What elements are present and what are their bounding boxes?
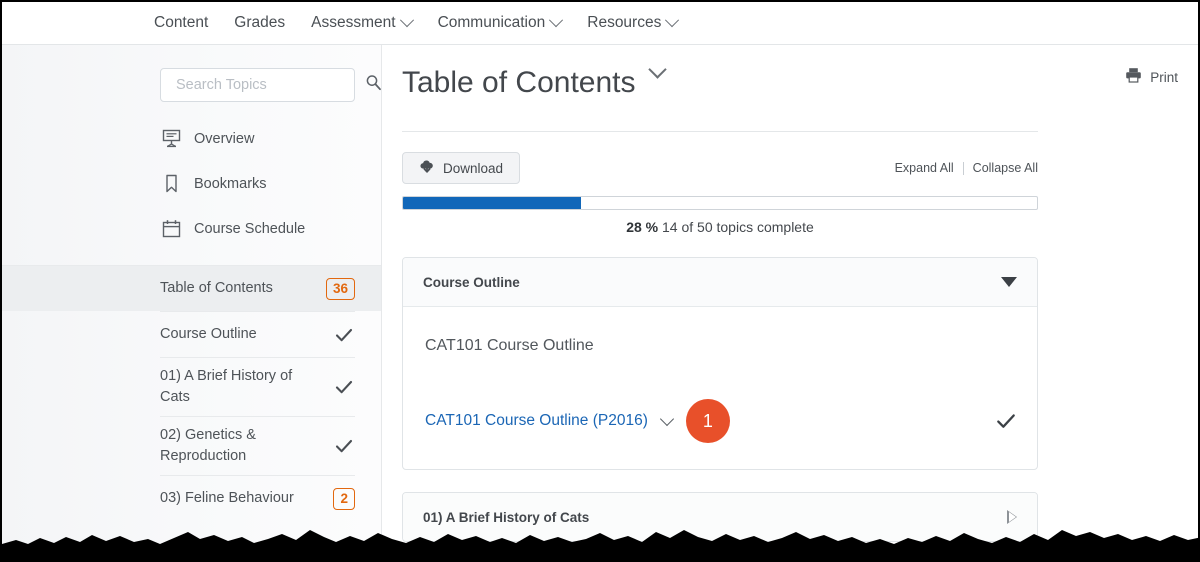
expand-all-link[interactable]: Expand All	[895, 161, 954, 175]
topic-row: CAT101 Course Outline (P2016) 1	[423, 399, 1017, 443]
module-card-header-title: 01) A Brief History of Cats	[423, 510, 1007, 525]
page-header: Table of Contents Print	[402, 45, 1038, 103]
sidebar-item-course-outline-label: Course Outline	[160, 324, 333, 345]
sidebar-item-course-schedule-label: Course Schedule	[194, 221, 305, 237]
sidebar-item-bookmarks-label: Bookmarks	[194, 176, 267, 192]
chevron-down-icon	[399, 13, 413, 27]
search-icon[interactable]	[365, 74, 382, 96]
page-title: Table of Contents	[402, 63, 635, 103]
nav-item-resources[interactable]: Resources	[587, 14, 677, 32]
module-title: CAT101 Course Outline	[423, 327, 1017, 355]
sidebar-item-course-schedule[interactable]: Course Schedule	[2, 206, 381, 251]
sidebar-item-unit-01[interactable]: 01) A Brief History of Cats	[160, 357, 355, 416]
sidebar-item-unit-02[interactable]: 02) Genetics & Reproduction	[160, 416, 355, 475]
nav-item-resources-label: Resources	[587, 14, 661, 32]
progress-bar	[402, 196, 1038, 210]
module-card-header[interactable]: 01) A Brief History of Cats	[403, 493, 1037, 541]
chevron-down-icon[interactable]	[660, 412, 674, 426]
progress-percent: 28 %	[626, 219, 658, 235]
toc-list: Table of Contents 36 Course Outline 01) …	[160, 265, 355, 521]
nav-item-grades[interactable]: Grades	[234, 14, 285, 32]
sidebar-item-unit-03-label: 03) Feline Behaviour	[160, 488, 333, 509]
chevron-down-icon	[549, 13, 563, 27]
checkmark-icon	[333, 376, 355, 398]
nav-item-assessment-label: Assessment	[311, 14, 395, 32]
nav-item-content-label: Content	[154, 14, 208, 32]
checkmark-icon	[995, 410, 1017, 432]
search-input[interactable]	[174, 76, 365, 94]
progress-text: 28 % 14 of 50 topics complete	[402, 219, 1038, 235]
progress-detail: 14 of 50 topics complete	[662, 219, 814, 235]
sidebar-item-unit-02-label: 02) Genetics & Reproduction	[160, 425, 333, 467]
nav-item-assessment[interactable]: Assessment	[311, 14, 411, 32]
module-card-header-title: Course Outline	[423, 275, 1001, 290]
module-card-course-outline: Course Outline CAT101 Course Outline CAT…	[402, 257, 1038, 470]
progress-bar-fill	[403, 197, 581, 209]
checkmark-icon	[333, 435, 355, 457]
printer-icon	[1125, 67, 1142, 88]
screenshot-frame: Content Grades Assessment Communication …	[0, 0, 1200, 562]
toolbar-row: Download Expand All Collapse All	[402, 152, 1038, 184]
sidebar-item-table-of-contents[interactable]: Table of Contents 36	[2, 265, 381, 311]
chevron-down-icon[interactable]	[649, 60, 667, 78]
course-sidebar: Overview Bookmarks	[2, 45, 382, 560]
calendar-icon	[160, 218, 182, 240]
nav-item-content[interactable]: Content	[154, 14, 208, 32]
nav-item-grades-label: Grades	[234, 14, 285, 32]
page-body: Overview Bookmarks	[2, 45, 1198, 560]
checkmark-icon	[333, 324, 355, 346]
triangle-right-icon[interactable]	[1007, 510, 1017, 524]
cloud-download-icon	[419, 159, 435, 177]
expand-collapse-links: Expand All Collapse All	[895, 161, 1038, 175]
sidebar-item-unit-01-label: 01) A Brief History of Cats	[160, 366, 333, 408]
link-separator	[963, 162, 964, 175]
module-card-body: CAT101 Course Outline CAT101 Course Outl…	[403, 307, 1037, 469]
bookmark-icon	[160, 173, 182, 195]
sidebar-item-overview[interactable]: Overview	[2, 116, 381, 161]
presentation-screen-icon	[160, 128, 182, 150]
download-button[interactable]: Download	[402, 152, 520, 184]
download-label: Download	[443, 161, 503, 176]
sidebar-item-table-of-contents-label: Table of Contents	[160, 278, 326, 299]
sidebar-item-bookmarks[interactable]: Bookmarks	[2, 161, 381, 206]
main-content: Table of Contents Print	[382, 45, 1198, 560]
sidebar-item-unit-03[interactable]: 03) Feline Behaviour 2	[160, 475, 355, 521]
top-navigation-bar: Content Grades Assessment Communication …	[2, 2, 1198, 45]
search-topics-box[interactable]	[160, 68, 355, 102]
module-card-header[interactable]: Course Outline	[403, 258, 1037, 307]
print-button[interactable]: Print	[1125, 67, 1178, 88]
toc-count-badge: 2	[333, 488, 355, 510]
toc-count-badge: 36	[326, 278, 355, 300]
nav-item-communication-label: Communication	[438, 14, 546, 32]
sidebar-item-course-outline[interactable]: Course Outline	[160, 311, 355, 357]
print-label: Print	[1150, 70, 1178, 85]
chevron-down-icon	[665, 13, 679, 27]
sidebar-item-overview-label: Overview	[194, 131, 254, 147]
nav-item-communication[interactable]: Communication	[438, 14, 562, 32]
sidebar-nav-list: Overview Bookmarks	[2, 116, 381, 251]
triangle-down-icon[interactable]	[1001, 277, 1017, 287]
header-divider	[402, 131, 1038, 132]
annotation-callout-1: 1	[686, 399, 730, 443]
module-card-unit-01: 01) A Brief History of Cats	[402, 492, 1038, 542]
collapse-all-link[interactable]: Collapse All	[973, 161, 1038, 175]
topic-link[interactable]: CAT101 Course Outline (P2016)	[425, 412, 648, 430]
